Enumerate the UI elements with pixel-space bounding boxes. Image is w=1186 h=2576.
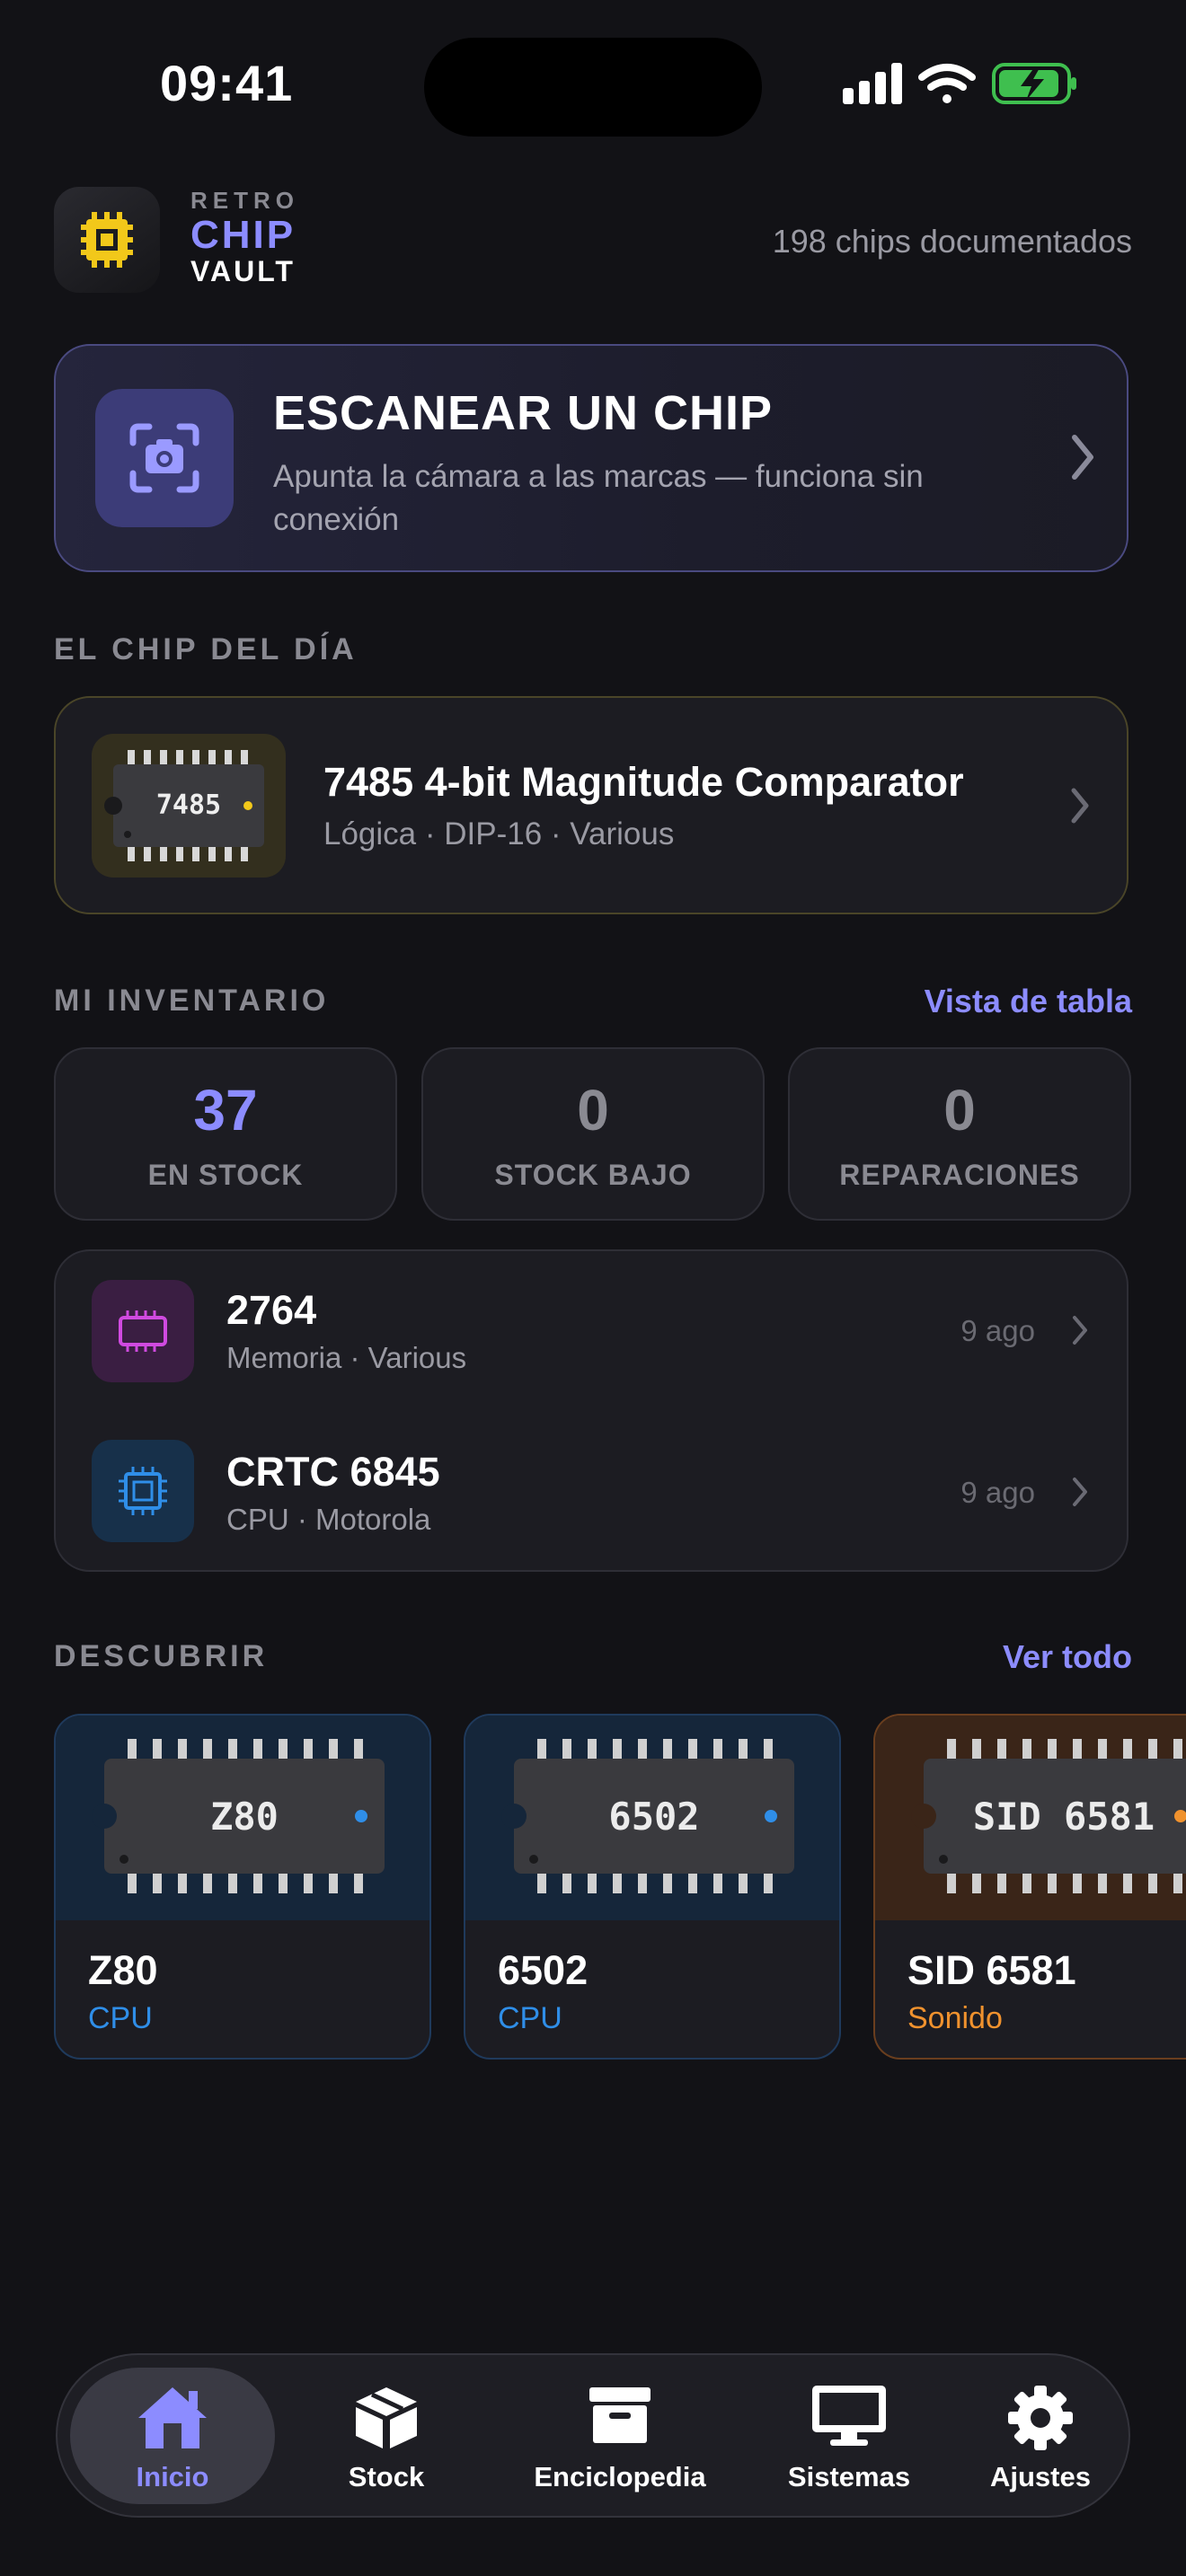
stat-low-stock[interactable]: 0 STOCK BAJO [421,1047,765,1221]
wifi-icon [918,64,976,103]
chip-of-day-marking: 7485 [155,790,222,821]
scan-title: ESCANEAR UN CHIP [273,386,774,440]
chevron-right-icon [1071,1476,1089,1513]
chip-marking: Z80 [210,1795,279,1839]
status-icons [836,56,1078,110]
item-subtitle: CPU · Motorola [226,1503,431,1536]
tab-label: Enciclopedia [534,2461,706,2492]
home-icon [135,2384,210,2457]
card-name: Z80 [88,1947,158,1993]
stat-value: 37 [193,1078,258,1142]
box-icon [352,2384,420,2457]
stat-label: EN STOCK [147,1159,304,1191]
item-date: 9 ago [960,1476,1035,1509]
tab-label: Sistemas [787,2461,911,2492]
scan-subtitle: Apunta la cámara a las marcas — funciona… [273,459,924,537]
card-category: CPU [88,2001,153,2035]
card-category: Sonido [907,2001,1003,2035]
item-date: 9 ago [960,1314,1035,1347]
scan-chip-card[interactable]: ESCANEAR UN CHIP Apunta la cámara a las … [54,344,1128,572]
card-name: 6502 [498,1947,589,1993]
table-view-link[interactable]: Vista de tabla [925,983,1132,1020]
tab-enciclopedia[interactable]: Enciclopedia [498,2355,742,2519]
status-time: 09:41 [160,55,294,111]
tab-sistemas[interactable]: Sistemas [755,2355,943,2519]
card-name: SID 6581 [907,1947,1076,1993]
discover-card[interactable]: Z80 Z80 CPU [54,1714,431,2060]
logo-wordmark: RETRO CHIP VAULT [190,189,299,286]
item-subtitle: Memoria · Various [226,1341,467,1374]
discover-card[interactable]: SID 6581 SID 6581 Sonido [873,1714,1186,2060]
chip-of-day-subtitle: Lógica · DIP-16 · Various [323,816,675,851]
chip-of-day-card[interactable]: 7485 7485 4-bit Magnitude Comparator Lóg… [54,696,1128,914]
chip-illustration: 6502 [465,1716,839,1920]
chevron-right-icon [1071,1314,1089,1351]
monitor-icon [810,2384,888,2453]
see-all-link[interactable]: Ver todo [1003,1638,1132,1676]
chip-count: 198 chips documentados [772,223,1132,260]
gear-icon [1006,2384,1075,2457]
tab-inicio[interactable]: Inicio [70,2355,275,2519]
discover-card[interactable]: 6502 6502 CPU [464,1714,841,2060]
inventory-list: 2764 Memoria · Various 9 ago CRTC 6845 C… [54,1249,1128,1572]
tab-label: Ajustes [990,2461,1091,2492]
stat-label: REPARACIONES [839,1159,1080,1191]
tab-label: Inicio [136,2461,209,2492]
logo-vault: VAULT [190,255,296,287]
list-item[interactable]: CRTC 6845 CPU · Motorola 9 ago [56,1413,1127,1574]
tab-bar: Inicio Stock Enciclopedia Sistemas Ajust… [56,2353,1130,2518]
tab-ajustes[interactable]: Ajustes [960,2355,1121,2519]
memory-chip-icon [92,1280,194,1382]
stat-in-stock[interactable]: 37 EN STOCK [54,1047,397,1221]
card-category: CPU [498,2001,562,2035]
chip-illustration: SID 6581 [875,1716,1186,1920]
stat-label: STOCK BAJO [494,1159,692,1191]
stat-value: 0 [943,1078,976,1142]
chip-of-day-label: EL CHIP DEL DÍA [54,632,358,666]
logo-retro: RETRO [190,187,299,214]
dynamic-island [424,38,762,137]
cpu-chip-icon [92,1440,194,1542]
tab-stock[interactable]: Stock [309,2355,464,2519]
chip-illustration: Z80 [56,1716,429,1920]
logo-chip: CHIP [190,213,296,257]
stat-value: 0 [577,1078,609,1142]
archive-icon [588,2384,652,2449]
camera-scan-icon [129,423,199,493]
inventory-label: MI INVENTARIO [54,984,330,1018]
item-name: CRTC 6845 [226,1449,440,1495]
chevron-right-icon [1069,432,1096,487]
chip-marking: 6502 [608,1795,700,1839]
chip-marking: SID 6581 [972,1795,1155,1839]
chevron-right-icon [1069,786,1091,830]
chip-logo-icon [81,212,133,268]
list-item[interactable]: 2764 Memoria · Various 9 ago [56,1251,1127,1413]
discover-label: DESCUBRIR [54,1639,269,1673]
battery-icon [992,63,1076,104]
stat-repairs[interactable]: 0 REPARACIONES [788,1047,1131,1221]
item-name: 2764 [226,1287,317,1333]
chip-of-day-title: 7485 4-bit Magnitude Comparator [323,759,964,805]
chip-of-day-thumbnail: 7485 [92,734,286,878]
tab-label: Stock [348,2461,425,2492]
app-logo [54,187,160,293]
signal-icon [843,63,902,104]
scan-icon-box [95,389,234,527]
